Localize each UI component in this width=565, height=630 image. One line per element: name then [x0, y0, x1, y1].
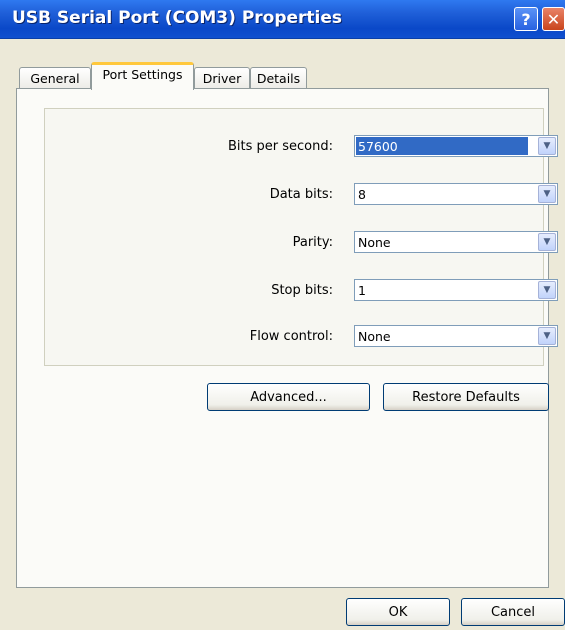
data-bits-value: 8: [358, 187, 366, 202]
data-bits-label: Data bits:: [269, 187, 333, 202]
cancel-button[interactable]: Cancel: [461, 598, 565, 626]
restore-defaults-button[interactable]: Restore Defaults: [383, 383, 549, 411]
stop-bits-select[interactable]: 1 ▼: [354, 279, 558, 301]
tab-label: Port Settings: [102, 67, 183, 82]
stop-bits-label: Stop bits:: [271, 283, 333, 298]
close-button[interactable]: ✕: [542, 7, 565, 31]
flow-control-label: Flow control:: [249, 329, 333, 344]
tab-details[interactable]: Details: [250, 67, 307, 89]
help-icon: ?: [521, 9, 531, 29]
flow-control-select[interactable]: None ▼: [354, 325, 558, 347]
tab-port-settings[interactable]: Port Settings: [91, 62, 194, 90]
bits-per-second-value: 57600: [358, 139, 398, 154]
title-bar[interactable]: USB Serial Port (COM3) Properties ? ✕: [0, 0, 565, 39]
data-bits-select[interactable]: 8 ▼: [354, 183, 558, 205]
window-title: USB Serial Port (COM3) Properties: [12, 8, 343, 28]
stop-bits-value: 1: [358, 283, 366, 298]
tab-label: Driver: [202, 71, 242, 86]
bits-per-second-label: Bits per second:: [227, 139, 333, 154]
help-button[interactable]: ?: [514, 7, 538, 31]
chevron-down-icon[interactable]: ▼: [538, 137, 556, 155]
parity-select[interactable]: None ▼: [354, 231, 558, 253]
tab-label: Details: [256, 71, 301, 86]
tab-label: General: [30, 71, 80, 86]
ok-button[interactable]: OK: [346, 598, 450, 626]
parity-value: None: [358, 235, 391, 250]
chevron-down-icon[interactable]: ▼: [538, 233, 556, 251]
button-label: Restore Defaults: [412, 389, 520, 405]
chevron-down-icon[interactable]: ▼: [538, 281, 556, 299]
properties-dialog: USB Serial Port (COM3) Properties ? ✕ Ge…: [0, 0, 565, 630]
close-icon: ✕: [546, 9, 561, 29]
parity-label: Parity:: [292, 235, 333, 250]
advanced-button[interactable]: Advanced...: [207, 383, 370, 411]
settings-group: Bits per second: 57600 ▼ Data bits: 8 ▼ …: [44, 108, 558, 366]
button-label: Advanced...: [250, 389, 327, 405]
tab-general[interactable]: General: [19, 67, 91, 89]
button-label: OK: [388, 604, 408, 620]
chevron-down-icon[interactable]: ▼: [538, 185, 556, 203]
flow-control-value: None: [358, 329, 391, 344]
tab-driver[interactable]: Driver: [194, 67, 250, 89]
bits-per-second-select[interactable]: 57600 ▼: [354, 135, 558, 157]
button-label: Cancel: [490, 604, 536, 620]
chevron-down-icon[interactable]: ▼: [538, 327, 556, 345]
port-settings-panel: Bits per second: 57600 ▼ Data bits: 8 ▼ …: [16, 88, 558, 588]
